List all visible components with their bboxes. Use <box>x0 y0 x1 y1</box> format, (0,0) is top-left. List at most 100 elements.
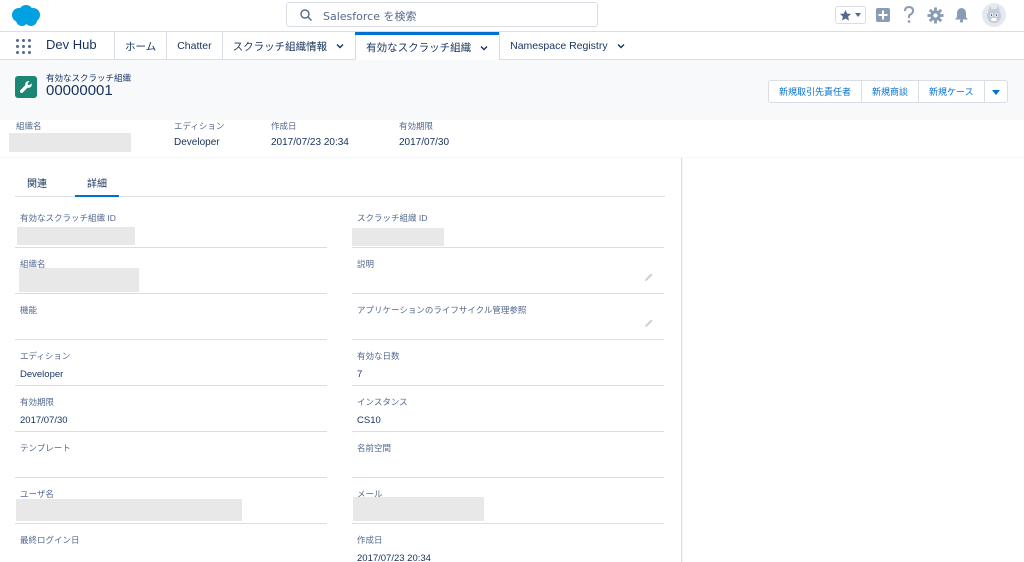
new-opportunity-button[interactable]: 新規商談 <box>862 81 920 102</box>
record-title: 00000001 <box>46 82 113 99</box>
chevron-down-icon <box>991 89 1000 95</box>
highlight-fields: 組織名 エディション Developer 作成日 2017/07/23 20:3… <box>0 120 1024 157</box>
field-row: 機能 アプリケーションのライフサイクル管理参照 <box>15 296 665 342</box>
field-edition: エディション Developer <box>15 342 327 386</box>
nav-item-scratch-org-info[interactable]: スクラッチ組織情報 <box>221 32 356 60</box>
redacted-value <box>16 499 242 521</box>
nav-item-namespace-registry[interactable]: Namespace Registry <box>499 32 635 60</box>
field-value: Developer <box>174 137 220 148</box>
tab-details[interactable]: 詳細 <box>75 171 119 197</box>
tab-related[interactable]: 関連 <box>15 171 59 197</box>
nav-item-label: スクラッチ組織情報 <box>232 40 328 53</box>
edit-pencil-icon[interactable] <box>644 272 654 282</box>
field-features: 機能 <box>15 296 327 340</box>
search-placeholder: Salesforce を検索 <box>323 10 417 23</box>
global-create-icon[interactable] <box>874 6 892 24</box>
record-tabs: 関連 詳細 <box>15 171 665 197</box>
more-actions-button[interactable] <box>985 81 1007 102</box>
record-detail-card: 関連 詳細 有効なスクラッチ組織 ID スクラッチ組織 ID 組織名 説明 機能… <box>0 158 682 562</box>
app-navigation-bar: Dev Hub ホーム Chatter スクラッチ組織情報 有効なスクラッチ組織… <box>0 32 1024 60</box>
field-label: インスタンス <box>357 397 408 407</box>
redacted-value <box>9 133 131 152</box>
highlight-field-created-date: 作成日 2017/07/23 20:34 <box>271 120 349 148</box>
field-last-login-date: 最終ログイン日 <box>15 526 327 562</box>
field-active-scratch-org-id: 有効なスクラッチ組織 ID <box>15 204 327 248</box>
nav-item-home[interactable]: ホーム <box>114 32 166 60</box>
app-launcher-icon[interactable] <box>16 39 31 54</box>
field-label: 組織名 <box>16 121 42 131</box>
field-row: エディション Developer 有効な日数 7 <box>15 342 665 388</box>
redacted-value <box>352 228 444 246</box>
favorites-star-icon <box>839 9 852 21</box>
field-label: エディション <box>20 351 71 361</box>
nav-item-label: Namespace Registry <box>510 40 608 52</box>
field-label: テンプレート <box>20 443 71 453</box>
field-value: CS10 <box>357 415 381 426</box>
record-highlights-panel: 有効なスクラッチ組織 00000001 新規取引先責任者 新規商談 新規ケース … <box>0 60 1024 157</box>
field-expiration-date: 有効期限 2017/07/30 <box>15 388 327 432</box>
field-label: アプリケーションのライフサイクル管理参照 <box>357 305 527 315</box>
field-label: 有効な日数 <box>357 351 400 361</box>
new-contact-button[interactable]: 新規取引先責任者 <box>769 81 863 102</box>
field-label: 説明 <box>357 259 375 269</box>
field-username: ユーザ名 <box>15 480 327 524</box>
chevron-down-icon[interactable] <box>479 43 489 53</box>
field-value: 2017/07/30 <box>20 415 68 426</box>
field-row: ユーザ名 メール <box>15 480 665 526</box>
field-alm-reference: アプリケーションのライフサイクル管理参照 <box>352 296 664 340</box>
help-icon[interactable] <box>900 6 918 24</box>
redacted-value <box>353 497 484 521</box>
field-value: Developer <box>20 369 64 380</box>
field-row: 最終ログイン日 作成日 2017/07/23 20:34 <box>15 526 665 562</box>
app-name: Dev Hub <box>46 37 97 52</box>
field-email: メール <box>352 480 664 524</box>
field-namespace: 名前空間 <box>352 434 664 478</box>
field-row: 有効期限 2017/07/30 インスタンス CS10 <box>15 388 665 434</box>
field-duration-days: 有効な日数 7 <box>352 342 664 386</box>
redacted-value <box>19 268 139 292</box>
field-value: 2017/07/23 20:34 <box>357 553 431 562</box>
field-label: スクラッチ組織 ID <box>357 213 428 223</box>
field-row: 組織名 説明 <box>15 250 665 296</box>
nav-item-active-scratch-orgs[interactable]: 有効なスクラッチ組織 <box>355 32 500 60</box>
salesforce-cloud-logo[interactable] <box>8 4 44 28</box>
field-value: 2017/07/30 <box>399 137 450 148</box>
detail-fields: 有効なスクラッチ組織 ID スクラッチ組織 ID 組織名 説明 機能 アプリケー… <box>15 204 665 562</box>
nav-item-chatter[interactable]: Chatter <box>166 32 221 60</box>
field-label: 有効期限 <box>20 397 55 407</box>
wrench-icon <box>15 76 37 98</box>
field-label: 機能 <box>20 305 38 315</box>
sidebar-column <box>683 158 1024 562</box>
search-icon <box>300 9 312 21</box>
header-utility-icons <box>835 3 1006 27</box>
field-org-name: 組織名 <box>15 250 327 294</box>
chevron-down-icon[interactable] <box>335 41 345 51</box>
field-label: エディション <box>174 121 225 131</box>
nav-item-label: 有効なスクラッチ組織 <box>366 42 472 54</box>
favorites-button[interactable] <box>835 6 866 24</box>
chevron-down-icon <box>855 13 861 17</box>
nav-item-label: Chatter <box>177 40 212 52</box>
field-label: 有効期限 <box>399 121 434 131</box>
global-search-input[interactable]: Salesforce を検索 <box>286 2 598 27</box>
field-value: 7 <box>357 369 363 380</box>
edit-pencil-icon[interactable] <box>644 318 654 328</box>
nav-item-label: ホーム <box>125 40 157 53</box>
new-case-button[interactable]: 新規ケース <box>919 81 985 102</box>
field-label: 名前空間 <box>357 443 392 453</box>
field-label: 最終ログイン日 <box>20 535 80 545</box>
notification-bell-icon[interactable] <box>952 6 970 24</box>
field-row: 有効なスクラッチ組織 ID スクラッチ組織 ID <box>15 204 665 250</box>
highlight-field-org-name: 組織名 <box>9 120 131 152</box>
highlight-field-expiration-date: 有効期限 2017/07/30 <box>399 120 449 148</box>
field-template: テンプレート <box>15 434 327 478</box>
field-label: 作成日 <box>271 121 297 131</box>
field-created-date: 作成日 2017/07/23 20:34 <box>352 526 664 562</box>
user-avatar-icon[interactable] <box>982 3 1006 27</box>
nav-tabs: ホーム Chatter スクラッチ組織情報 有効なスクラッチ組織 Namespa… <box>114 32 636 60</box>
field-description: 説明 <box>352 250 664 294</box>
highlight-field-edition: エディション Developer <box>174 120 224 148</box>
chevron-down-icon[interactable] <box>616 41 626 51</box>
setup-gear-icon[interactable] <box>926 6 944 24</box>
record-action-buttons: 新規取引先責任者 新規商談 新規ケース <box>768 80 1008 103</box>
